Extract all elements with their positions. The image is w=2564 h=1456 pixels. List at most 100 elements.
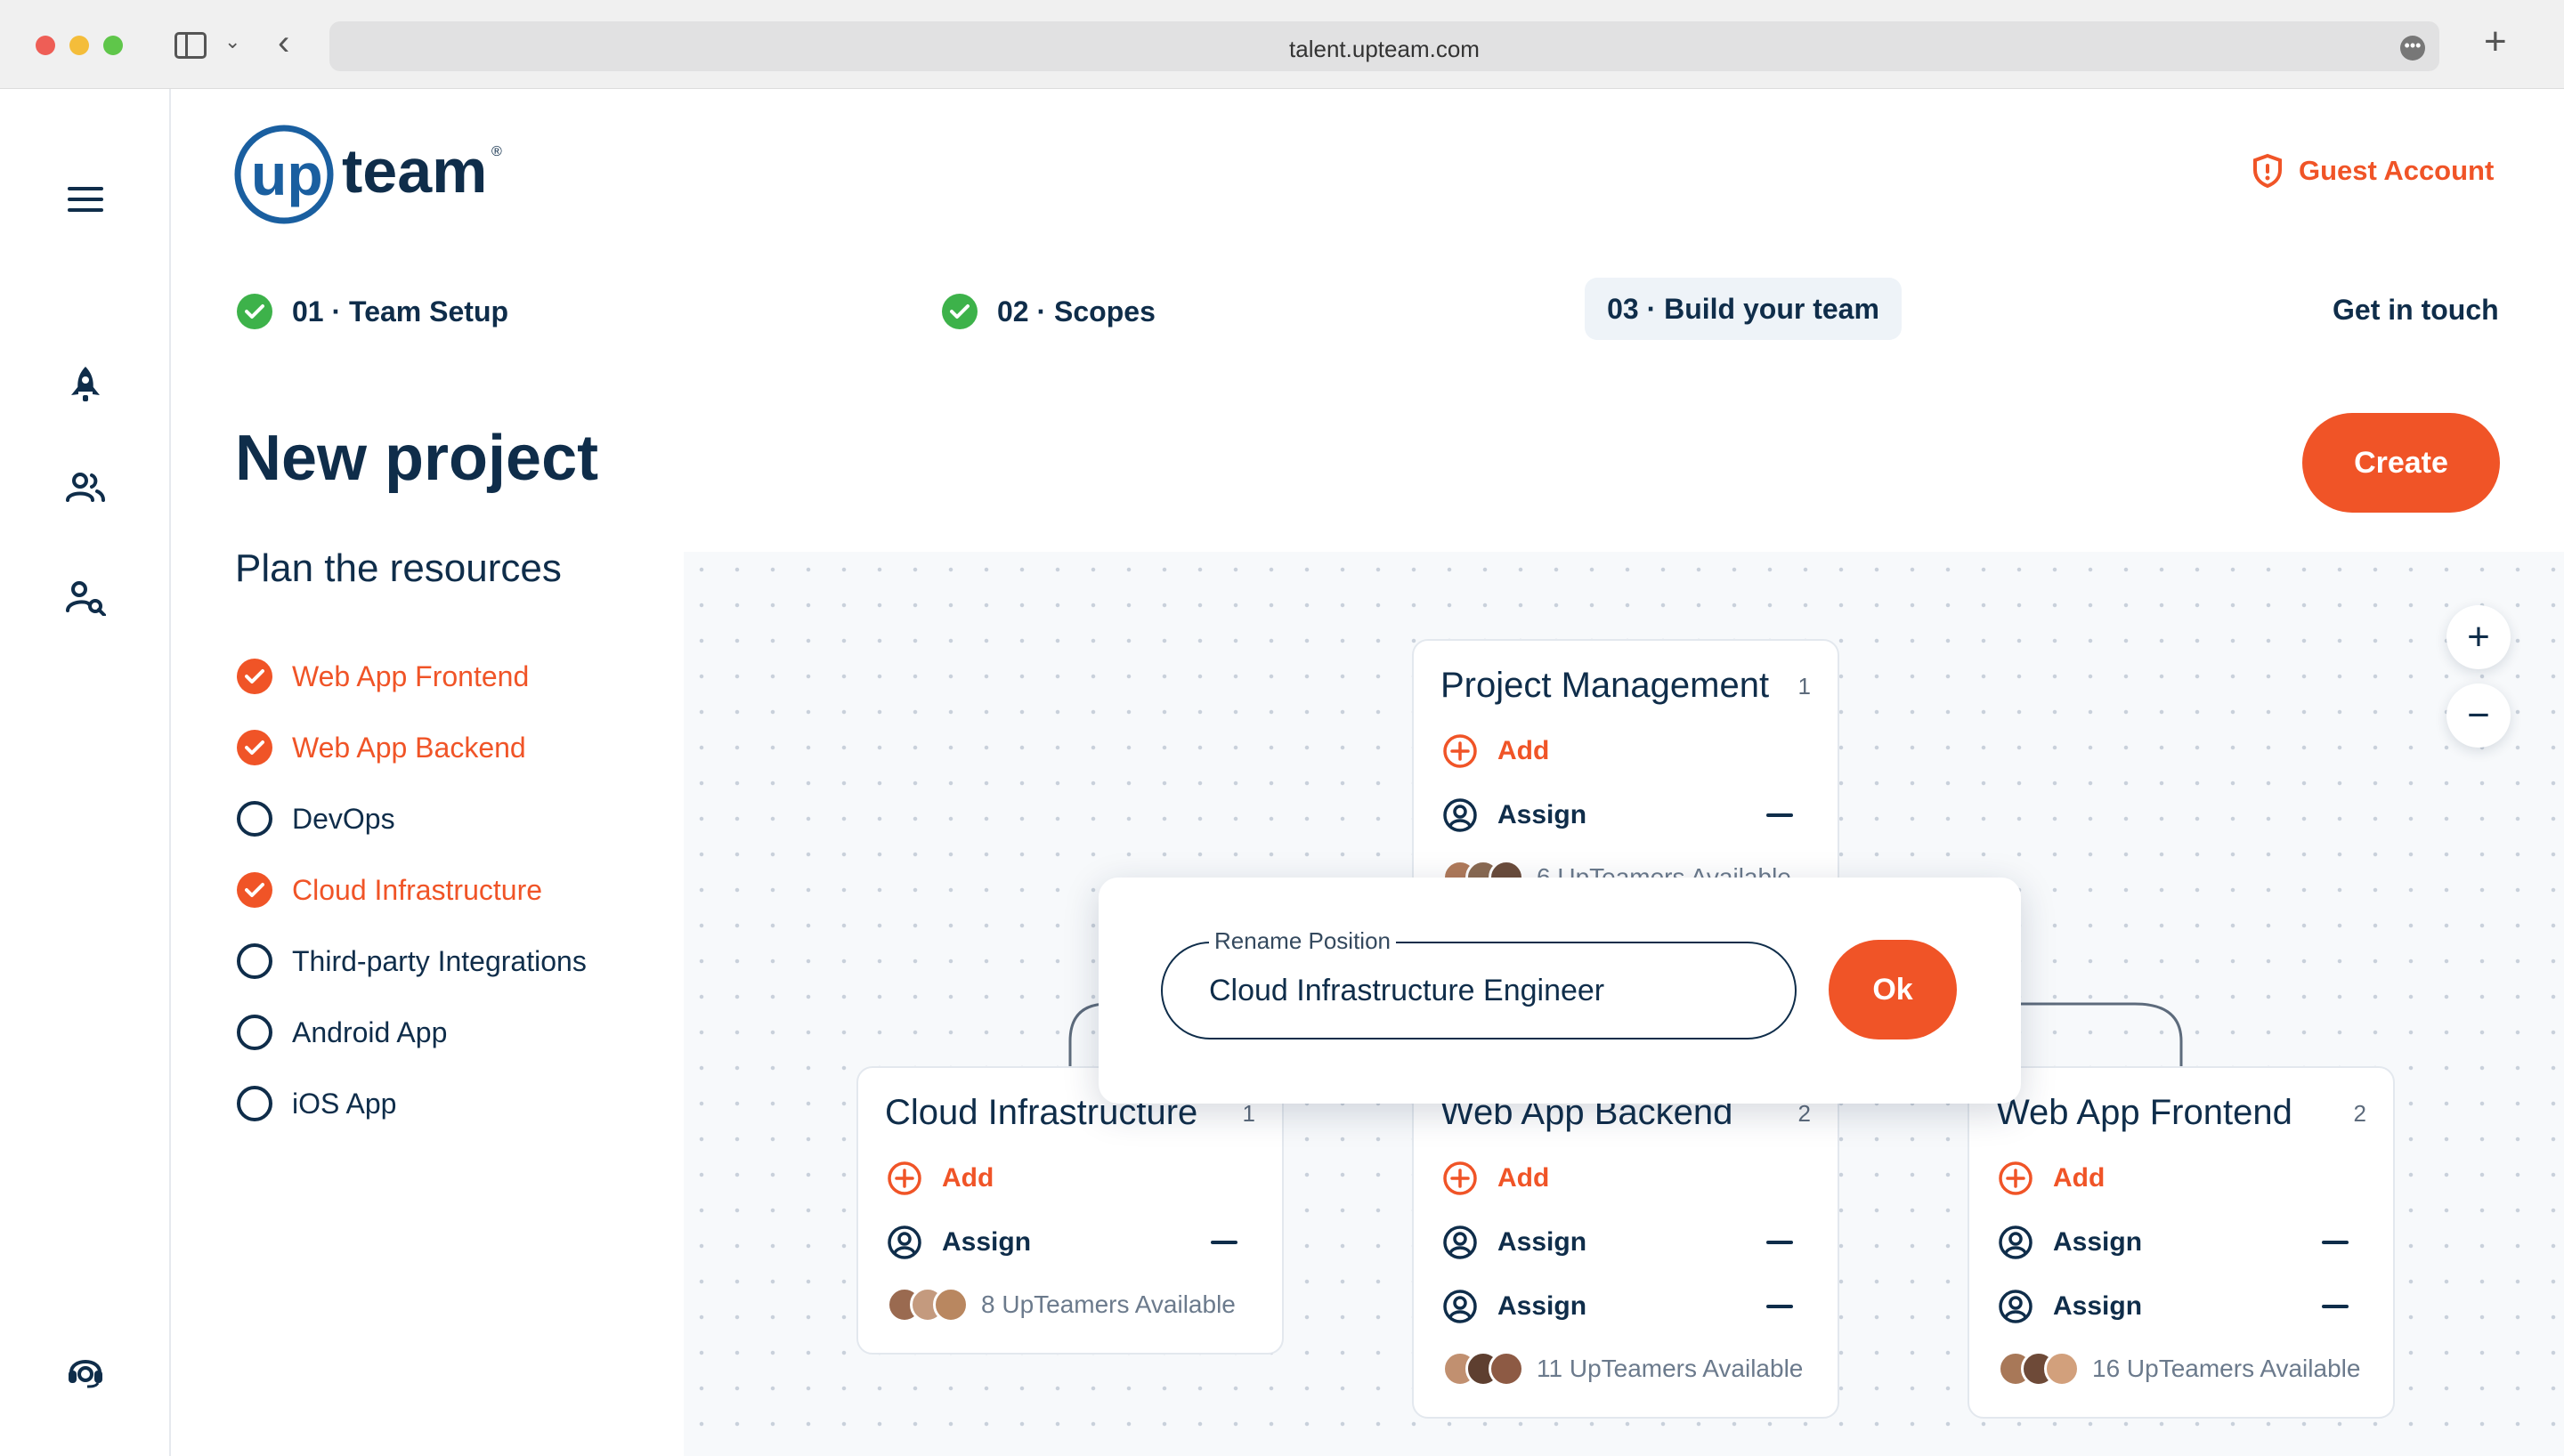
add-circle-icon <box>1443 1161 1477 1195</box>
plan-resources-heading: Plan the resources <box>235 546 562 590</box>
new-tab-icon[interactable]: + <box>2484 20 2507 64</box>
browser-toolbar: ⌄ ‹ talent.upteam.com ••• + <box>0 0 2564 89</box>
resource-web-app-frontend[interactable]: Web App Frontend <box>237 659 529 694</box>
card-count: 2 <box>2353 1100 2366 1127</box>
checkbox-unchecked-icon <box>237 943 272 979</box>
maximize-window-button[interactable] <box>103 36 123 55</box>
team-icon[interactable] <box>61 463 110 513</box>
zoom-in-button[interactable]: + <box>2446 605 2511 669</box>
assign-button[interactable]: Assign <box>1442 1225 1586 1260</box>
assign-button[interactable]: Assign <box>1442 797 1586 833</box>
minus-icon[interactable] <box>1766 1305 1793 1308</box>
card-count: 2 <box>1797 1100 1811 1127</box>
ok-button[interactable]: Ok <box>1829 940 1957 1039</box>
get-in-touch-link[interactable]: Get in touch <box>2333 294 2499 327</box>
available-upteamers[interactable]: 8 UpTeamers Available <box>887 1287 1236 1323</box>
add-label: Add <box>1497 736 1550 765</box>
shield-icon <box>2253 153 2282 189</box>
resource-web-app-backend[interactable]: Web App Backend <box>237 730 526 765</box>
resource-label: iOS App <box>292 1087 397 1120</box>
guest-account-link[interactable]: Guest Account <box>2252 153 2494 189</box>
zoom-out-button[interactable]: − <box>2446 684 2511 748</box>
minus-icon[interactable] <box>1211 1241 1237 1244</box>
resource-android-app[interactable]: Android App <box>237 1015 447 1050</box>
avatar <box>1489 1351 1524 1387</box>
user-circle-icon <box>888 1225 921 1259</box>
minus-icon[interactable] <box>2322 1241 2349 1244</box>
available-upteamers[interactable]: 16 UpTeamers Available <box>1998 1351 2360 1387</box>
assign-label: Assign <box>1497 1291 1587 1321</box>
avatar <box>933 1287 969 1323</box>
page-title: New project <box>235 423 599 494</box>
menu-icon[interactable] <box>61 174 110 224</box>
add-label: Add <box>1497 1163 1550 1193</box>
available-upteamers[interactable]: 11 UpTeamers Available <box>1442 1351 1803 1387</box>
address-bar[interactable]: talent.upteam.com ••• <box>329 21 2439 71</box>
add-position-button[interactable]: Add <box>1442 733 1549 769</box>
assign-label: Assign <box>2053 1291 2143 1321</box>
card-cloud-infrastructure[interactable]: Cloud Infrastructure 1 Add Assign 8 UpTe… <box>856 1066 1284 1355</box>
sidebar-toggle-icon[interactable] <box>174 32 207 59</box>
rocket-icon[interactable] <box>61 360 110 409</box>
step-scopes[interactable]: 02 · Scopes <box>942 294 1156 329</box>
step-label: 02 · Scopes <box>997 295 1156 328</box>
more-icon[interactable]: ••• <box>2400 36 2425 61</box>
assign-button[interactable]: Assign <box>1442 1289 1586 1324</box>
resource-label: Web App Frontend <box>292 659 530 692</box>
add-circle-icon <box>1999 1161 2033 1195</box>
available-label: 16 UpTeamers Available <box>2092 1355 2361 1382</box>
user-search-icon[interactable] <box>61 573 110 623</box>
available-label: 8 UpTeamers Available <box>981 1290 1236 1318</box>
checkbox-unchecked-icon <box>237 801 272 837</box>
resource-ios-app[interactable]: iOS App <box>237 1086 396 1121</box>
assign-button[interactable]: Assign <box>887 1225 1031 1260</box>
card-web-app-frontend[interactable]: Web App Frontend 2 Add Assign Assign 16 … <box>1968 1066 2395 1419</box>
add-position-button[interactable]: Add <box>1998 1161 2105 1196</box>
logo-up-text: up <box>251 142 323 207</box>
chevron-down-icon[interactable]: ⌄ <box>224 30 240 53</box>
resource-devops[interactable]: DevOps <box>237 801 395 837</box>
assign-button[interactable]: Assign <box>1998 1289 2142 1324</box>
step-label: 01 · Team Setup <box>292 295 509 328</box>
step-team-setup[interactable]: 01 · Team Setup <box>237 294 508 329</box>
minus-icon[interactable] <box>1766 1241 1793 1244</box>
minus-icon[interactable] <box>2322 1305 2349 1308</box>
card-count: 1 <box>1797 673 1811 700</box>
user-circle-icon <box>1443 798 1477 832</box>
assign-label: Assign <box>942 1227 1032 1257</box>
checkbox-unchecked-icon <box>237 1015 272 1050</box>
resource-label: Third-party Integrations <box>292 944 587 977</box>
card-web-app-backend[interactable]: Web App Backend 2 Add Assign Assign 11 U… <box>1412 1066 1839 1419</box>
resource-third-party-integrations[interactable]: Third-party Integrations <box>237 943 587 979</box>
card-count: 1 <box>1242 1100 1255 1127</box>
add-position-button[interactable]: Add <box>1442 1161 1549 1196</box>
step-build-your-team[interactable]: 03 · Build your team <box>1585 278 1902 340</box>
checkbox-unchecked-icon <box>237 1086 272 1121</box>
resource-cloud-infrastructure[interactable]: Cloud Infrastructure <box>237 872 542 908</box>
upteam-logo[interactable]: up team ® <box>233 121 527 228</box>
checkbox-checked-icon <box>237 872 272 908</box>
create-button[interactable]: Create <box>2302 413 2500 513</box>
rename-position-input[interactable]: Rename Position Cloud Infrastructure Eng… <box>1161 927 1797 1039</box>
card-title: Web App Frontend <box>1996 1093 2292 1132</box>
assign-label: Assign <box>1497 1227 1587 1257</box>
add-label: Add <box>942 1163 994 1193</box>
minus-icon[interactable] <box>1766 813 1793 817</box>
guest-account-label: Guest Account <box>2299 155 2495 186</box>
check-icon <box>237 294 272 329</box>
avatar-stack <box>1442 1351 1524 1387</box>
add-circle-icon <box>1443 734 1477 768</box>
back-icon[interactable]: ‹ <box>278 23 289 63</box>
add-label: Add <box>2053 1163 2106 1193</box>
assign-button[interactable]: Assign <box>1998 1225 2142 1260</box>
user-circle-icon <box>1443 1225 1477 1259</box>
add-position-button[interactable]: Add <box>887 1161 994 1196</box>
user-circle-icon <box>1443 1290 1477 1323</box>
support-icon[interactable] <box>61 1346 110 1395</box>
avatar-stack <box>887 1287 969 1323</box>
add-circle-icon <box>888 1161 921 1195</box>
sidebar <box>0 89 171 1456</box>
close-window-button[interactable] <box>36 36 55 55</box>
resource-label: Android App <box>292 1015 448 1048</box>
minimize-window-button[interactable] <box>69 36 89 55</box>
